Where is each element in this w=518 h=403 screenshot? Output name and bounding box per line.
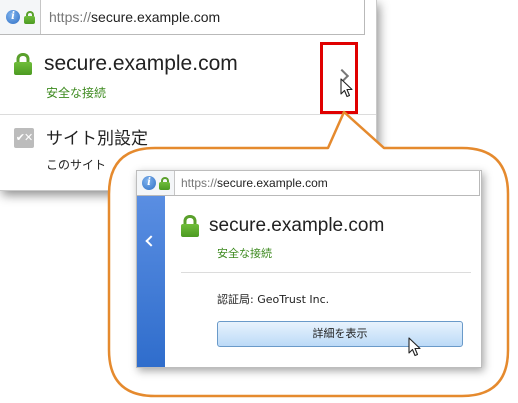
divider: [0, 114, 376, 115]
main-identity-popup: i https://secure.example.com secure.exam…: [0, 0, 377, 191]
identity-header: secure.example.com: [14, 52, 238, 76]
issuer-value: GeoTrust Inc.: [257, 293, 330, 306]
show-details-button[interactable]: 詳細を表示: [217, 321, 463, 347]
site-identity-button[interactable]: i: [137, 171, 175, 195]
lock-icon: [14, 53, 32, 75]
divider: [181, 272, 471, 273]
mouse-cursor-icon: [340, 78, 353, 98]
permissions-icon: ✔✕: [14, 128, 34, 148]
chevron-left-icon: [145, 235, 157, 247]
info-icon: i: [142, 176, 156, 190]
connection-status: 安全な接続: [217, 247, 272, 260]
lock-icon: [159, 176, 170, 190]
back-button[interactable]: [137, 196, 165, 367]
site-settings-subtitle: このサイト: [46, 158, 107, 172]
more-info-button[interactable]: [320, 42, 358, 114]
url-text[interactable]: https://secure.example.com: [41, 9, 220, 25]
url-text[interactable]: https://secure.example.com: [175, 176, 328, 190]
address-bar[interactable]: i https://secure.example.com: [0, 0, 365, 35]
site-identity-button[interactable]: i: [0, 0, 41, 34]
site-host: secure.example.com: [44, 52, 238, 75]
lock-icon: [24, 10, 35, 24]
issuer-label: 認証局:: [217, 293, 254, 306]
address-bar[interactable]: i https://secure.example.com: [137, 171, 480, 196]
mouse-cursor-icon: [408, 337, 421, 357]
site-host: secure.example.com: [209, 215, 385, 236]
info-icon: i: [6, 10, 20, 24]
detail-identity-popup: i https://secure.example.com secure.exam…: [136, 170, 482, 368]
identity-header: secure.example.com: [181, 215, 384, 237]
certificate-issuer: 認証局: GeoTrust Inc.: [217, 291, 329, 307]
lock-icon: [181, 215, 199, 237]
connection-status: 安全な接続: [46, 86, 107, 100]
site-settings-title[interactable]: サイト別設定: [46, 124, 148, 149]
